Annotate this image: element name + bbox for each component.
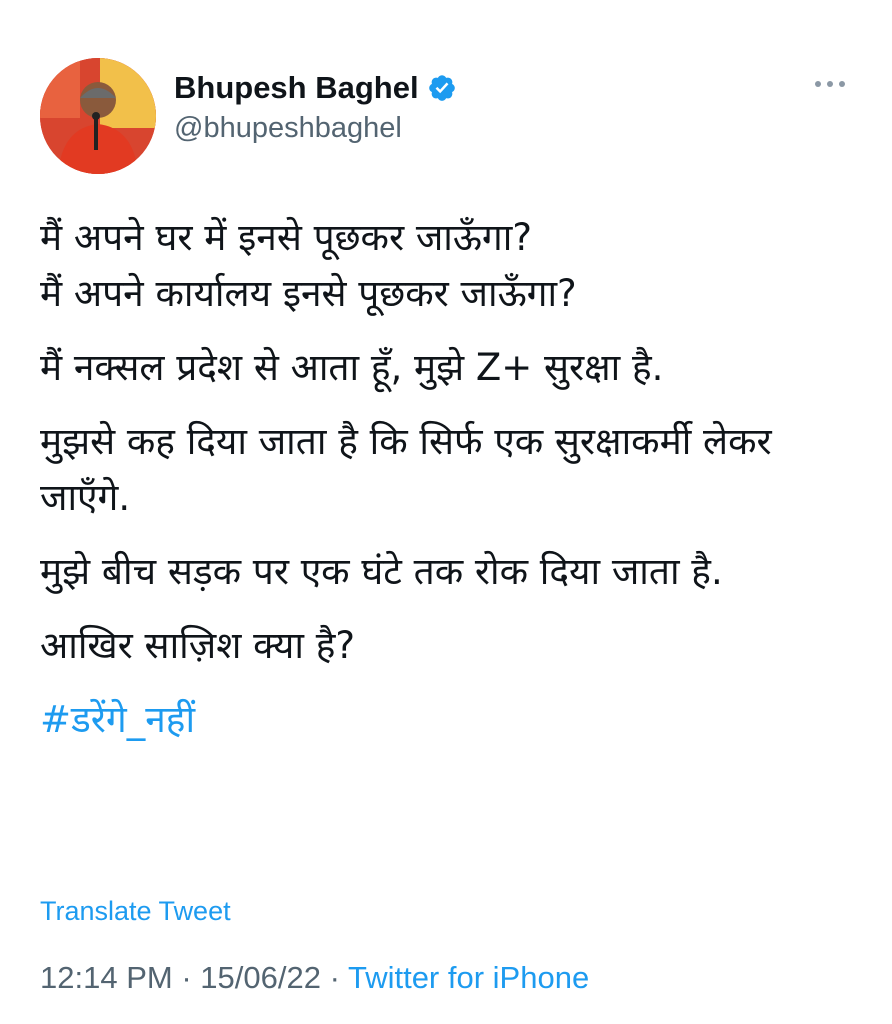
name-block: Bhupesh Baghel @bhupeshbaghel <box>174 68 457 145</box>
tweet-line: मैं अपने घर में इनसे पूछकर जाऊँगा? <box>40 216 532 259</box>
tweet-metadata: 12:14 PM · 15/06/22 · Twitter for iPhone <box>40 960 589 996</box>
tweet-header: Bhupesh Baghel @bhupeshbaghel <box>40 58 852 174</box>
tweet-line: आखिर साज़िश क्या है? <box>40 624 355 667</box>
user-handle[interactable]: @bhupeshbaghel <box>174 112 457 145</box>
translate-tweet-link[interactable]: Translate Tweet <box>40 896 231 927</box>
hashtag-link[interactable]: #डरेंगे_नहीं <box>40 698 195 741</box>
verified-badge-icon <box>427 73 457 103</box>
avatar[interactable] <box>40 58 156 174</box>
more-options-icon[interactable] <box>814 76 846 92</box>
tweet-line: मुझसे कह दिया जाता है कि सिर्फ एक सुरक्ष… <box>40 420 772 519</box>
meta-separator: · <box>181 960 192 995</box>
display-name-row: Bhupesh Baghel <box>174 68 457 108</box>
tweet-time: 12:14 PM <box>40 960 173 995</box>
tweet-line: मैं नक्सल प्रदेश से आता हूँ, मुझे Z+ सुर… <box>40 346 664 389</box>
tweet-source-link[interactable]: Twitter for iPhone <box>348 960 589 995</box>
display-name[interactable]: Bhupesh Baghel <box>174 70 419 106</box>
tweet-card: Bhupesh Baghel @bhupeshbaghel मैं अपने घ… <box>0 0 892 1024</box>
tweet-date: 15/06/22 <box>200 960 321 995</box>
tweet-line: मैं अपने कार्यालय इनसे पूछकर जाऊँगा? <box>40 272 577 315</box>
tweet-text: मैं अपने घर में इनसे पूछकर जाऊँगा? मैं अ… <box>40 210 860 766</box>
meta-separator: · <box>329 960 340 995</box>
tweet-line: मुझे बीच सड़क पर एक घंटे तक रोक दिया जात… <box>40 550 723 593</box>
